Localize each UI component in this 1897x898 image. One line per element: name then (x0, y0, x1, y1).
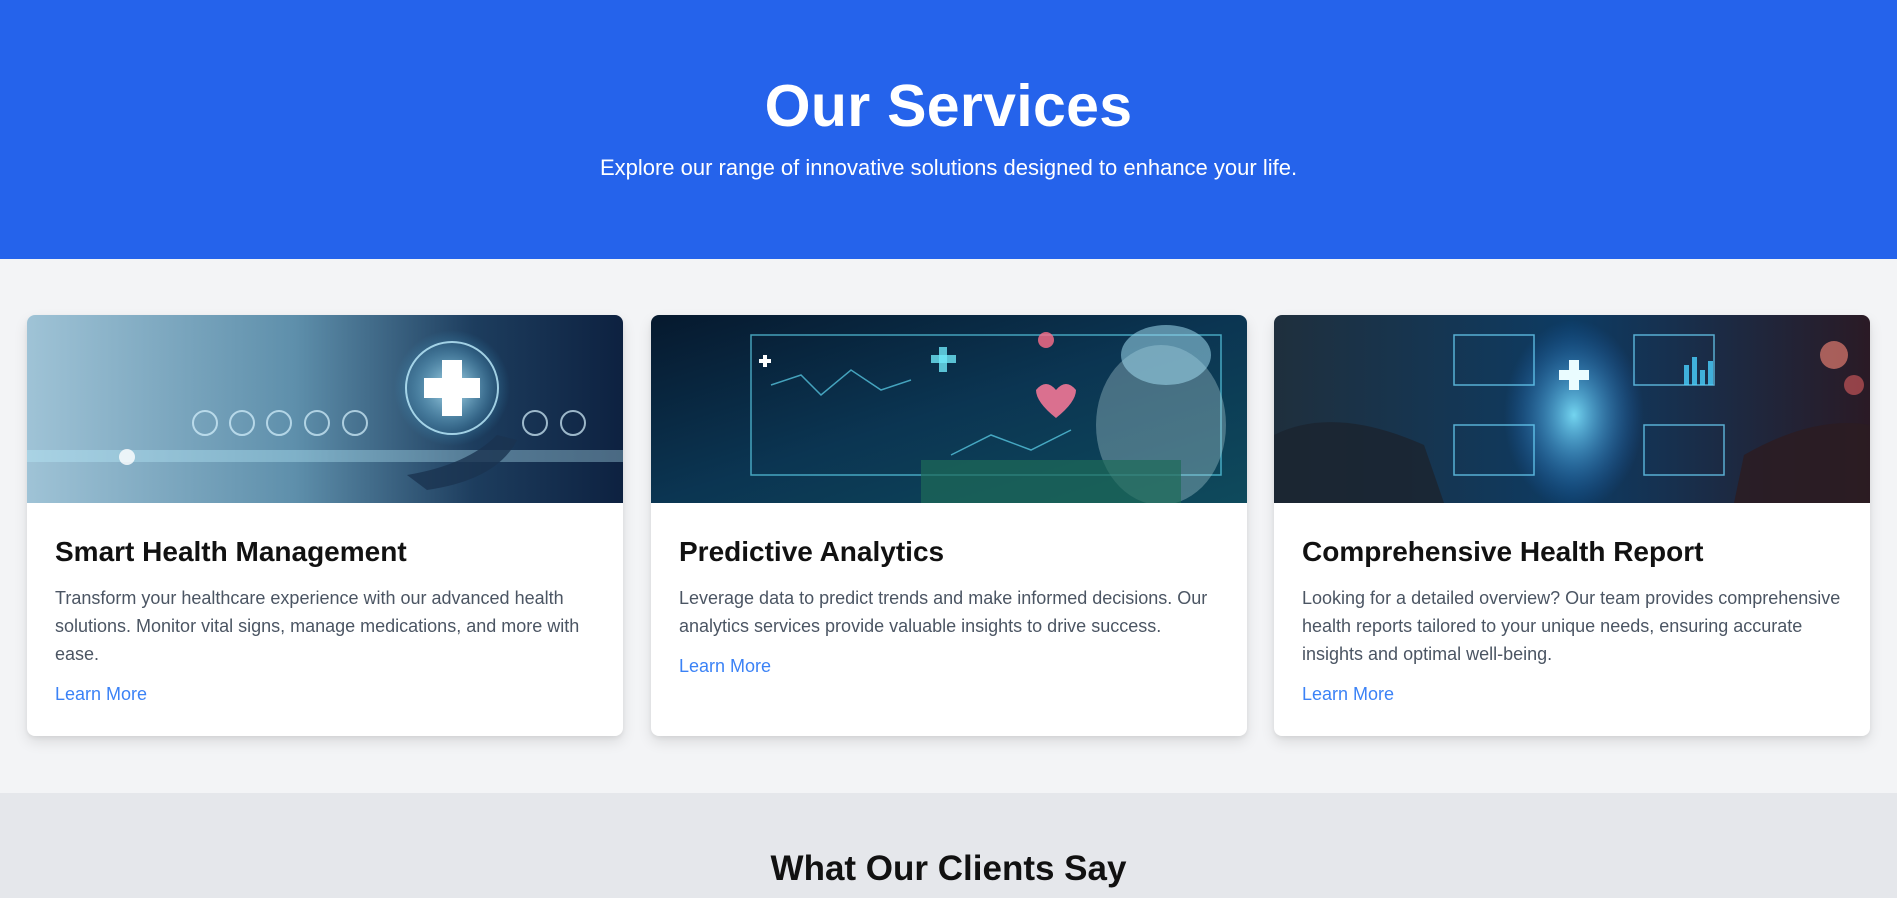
services-section: Smart Health Management Transform your h… (0, 259, 1897, 793)
service-card-predictive-analytics: Predictive Analytics Leverage data to pr… (651, 315, 1247, 736)
service-card-smart-health: Smart Health Management Transform your h… (27, 315, 623, 736)
hand-holding-medical-cross-image (27, 315, 623, 503)
page-subtitle: Explore our range of innovative solution… (599, 155, 1298, 180)
learn-more-link[interactable]: Learn More (55, 684, 147, 705)
service-title: Predictive Analytics (679, 536, 945, 567)
service-description: Looking for a detailed overview? Our tea… (1302, 588, 1841, 664)
service-card-health-report: Comprehensive Health Report Looking for … (1274, 315, 1870, 736)
page-title: Our Services (764, 73, 1133, 139)
learn-more-link[interactable]: Learn More (679, 656, 771, 677)
service-description: Leverage data to predict trends and make… (679, 588, 1208, 636)
testimonials-section: What Our Clients Say (0, 793, 1897, 898)
doctor-with-holographic-dashboard-image (651, 315, 1247, 503)
service-title: Comprehensive Health Report (1302, 536, 1704, 567)
testimonials-title: What Our Clients Say (770, 849, 1127, 888)
hero-section: Our Services Explore our range of innova… (0, 0, 1897, 259)
service-title: Smart Health Management (55, 536, 407, 567)
holographic-body-scan-image (1274, 315, 1870, 503)
learn-more-link[interactable]: Learn More (1302, 684, 1394, 705)
service-description: Transform your healthcare experience wit… (55, 588, 580, 664)
